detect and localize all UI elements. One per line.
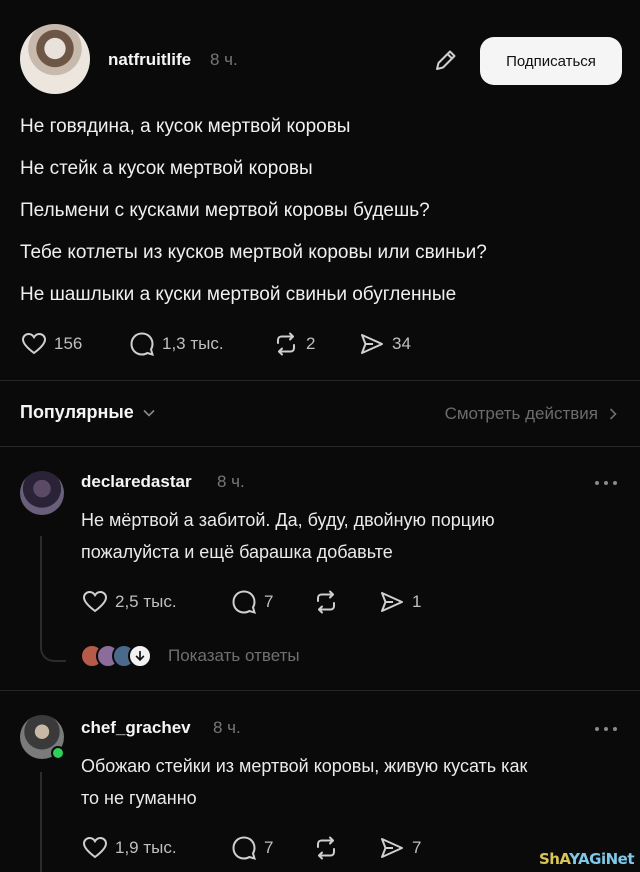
post-line: Тебе котлеты из кусков мертвой коровы ил… [20,242,487,263]
view-actions-label: Смотреть действия [444,404,598,423]
comment-icon [130,332,154,356]
comment-icon [232,590,256,614]
share-icon [381,838,403,858]
like-count: 156 [54,334,83,353]
like-count: 2,5 тыс. [115,592,177,611]
thread-line [40,772,42,872]
comment-button[interactable]: 1,3 тыс. [128,330,224,358]
sort-label: Популярные [20,402,134,422]
comment-time: 8 ч. [213,718,241,737]
chevron-right-icon [609,408,617,420]
arrow-down-icon [128,644,152,668]
show-replies-label: Показать ответы [168,646,300,665]
subscribe-button[interactable]: Подписаться [480,37,622,85]
online-indicator [51,746,65,760]
share-button[interactable]: 34 [358,330,411,358]
avatar[interactable] [20,471,64,515]
avatar[interactable] [20,24,90,94]
post-line: Не говядина, а кусок мертвой коровы [20,116,351,137]
repost-count: 2 [306,334,316,353]
comment-button[interactable]: 7 [230,834,273,862]
heart-icon [21,332,47,355]
comment-count: 1,3 тыс. [162,334,224,353]
like-count: 1,9 тыс. [115,838,177,857]
edit-icon[interactable] [432,46,460,74]
comment-button[interactable]: 7 [230,588,273,616]
more-icon[interactable] [592,723,620,735]
share-count: 1 [412,592,422,611]
thread-line [40,536,42,648]
post-text: Не говядина, а кусок мертвой коровы Не с… [20,113,620,323]
like-button[interactable]: 156 [20,330,82,358]
show-replies-button[interactable]: Показать ответы [80,644,300,668]
comment-time: 8 ч. [217,472,245,491]
comment-username[interactable]: chef_grachev [81,718,191,738]
more-icon[interactable] [592,477,620,489]
post-line: Пельмени с кусками мертвой коровы будешь… [20,200,430,221]
post-time: 8 ч. [210,50,238,69]
comment-text: Не мёртвой а забитой. Да, буду, двойную … [81,504,621,568]
share-button[interactable]: 1 [378,588,421,616]
comment-text: Обожаю стейки из мертвой коровы, живую к… [81,750,621,814]
repost-button[interactable] [312,588,346,616]
share-icon [361,334,383,354]
comment-icon [232,836,256,860]
watermark: ShAYAGiNet [538,850,635,868]
chevron-down-icon [143,409,155,417]
share-icon [381,592,403,612]
divider [0,380,640,381]
repost-button[interactable]: 2 [272,330,315,358]
comment-line: Не мёртвой а забитой. Да, буду, двойную … [81,510,495,530]
repost-icon [317,836,335,860]
comment-line: пожалуйста и ещё барашка добавьте [81,542,393,562]
post-line: Не стейк а кусок мертвой коровы [20,158,313,179]
heart-icon [82,590,108,613]
like-button[interactable]: 2,5 тыс. [81,588,177,616]
repost-icon [317,590,335,614]
reply-count: 7 [264,838,274,857]
share-button[interactable]: 7 [378,834,421,862]
thread-line [40,636,66,662]
reply-count: 7 [264,592,274,611]
like-button[interactable]: 1,9 тыс. [81,834,177,862]
divider [0,446,640,447]
repost-button[interactable] [312,834,346,862]
view-actions-link[interactable]: Смотреть действия [445,404,618,424]
comment-username[interactable]: declaredastar [81,472,192,492]
divider [0,690,640,691]
share-count: 7 [412,838,422,857]
share-count: 34 [392,334,411,353]
post-line: Не шашлыки а куски мертвой свиньи обугле… [20,284,457,305]
heart-icon [82,836,108,859]
comment-line: то не гуманно [81,788,197,808]
sort-dropdown[interactable]: Популярные [20,402,156,423]
repost-icon [277,332,295,356]
post-username[interactable]: natfruitlife [108,50,191,70]
post: natfruitlife 8 ч. Подписаться Не говядин… [0,0,640,380]
comment-line: Обожаю стейки из мертвой коровы, живую к… [81,756,528,776]
